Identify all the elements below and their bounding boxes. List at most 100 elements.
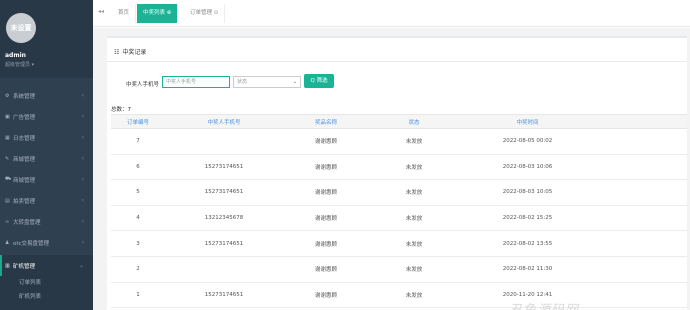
phone-cell <box>165 128 283 155</box>
empty-cell <box>596 282 687 309</box>
order-id-cell: 2 <box>111 256 165 283</box>
tab-home[interactable]: 首页 <box>112 4 137 23</box>
time-cell: 2022-08-05 00:02 <box>459 128 596 155</box>
sidebar-item-miner[interactable]: ▥ 矿机管理 ⌄ <box>0 255 93 276</box>
empty-cell <box>596 128 687 155</box>
status-cell: 未发放 <box>369 128 459 155</box>
sidebar-subitem-orders[interactable]: 订单列表 <box>0 276 93 290</box>
table-row[interactable]: 5 15273174651 谢谢惠顾 未发放 2022-08-03 10:05 <box>111 179 687 206</box>
tab-prize-list[interactable]: 中奖列表 ⊗ <box>137 4 179 23</box>
sidebar-item-mall-edit[interactable]: ✎ 商城管理 ‹ <box>0 148 93 169</box>
column-header[interactable]: 奖品名称 <box>283 114 369 129</box>
chevron-left-icon: ‹ <box>81 176 84 183</box>
status-cell: 未发放 <box>369 256 459 283</box>
filter-button[interactable]: Q 筛选 <box>304 74 334 88</box>
chevron-down-icon: ⌄ <box>78 262 84 269</box>
column-header[interactable]: 中奖时间 <box>459 114 596 129</box>
order-id-cell: 3 <box>111 230 165 257</box>
order-id-cell: 4 <box>111 205 165 232</box>
sidebar-item-label: 矿机管理 <box>13 263 36 270</box>
phone-cell: 15273174651 <box>165 154 283 181</box>
time-cell: 2022-08-03 10:05 <box>459 179 596 206</box>
sidebar-item-ads[interactable]: ▣ 广告管理 ‹ <box>0 106 93 127</box>
sidebar-item-label: 日志管理 <box>13 135 36 142</box>
time-cell: 2022-08-02 15:25 <box>459 205 596 232</box>
prize-record-panel: ☷ 中奖记录 中奖人手机号 中奖人手机号 状态 ⌄ Q 筛选 总数：7 订单编号… <box>107 36 687 310</box>
empty-cell <box>596 256 687 283</box>
chevron-left-icon: ‹ <box>81 197 84 204</box>
role-dropdown[interactable]: 超级管理员 ▾ <box>5 61 34 68</box>
order-id-cell: 5 <box>111 179 165 206</box>
page-title: ☷ 中奖记录 <box>114 47 146 56</box>
prize-cell: 谢谢惠顾 <box>283 282 369 309</box>
phone-cell: 15273174651 <box>165 179 283 206</box>
cart-icon: ⛟ <box>5 176 12 182</box>
table-row[interactable]: 4 13212345678 谢谢惠顾 未发放 2022-08-02 15:25 <box>111 205 687 232</box>
link-icon: ∞ <box>5 218 10 225</box>
prize-cell: 谢谢惠顾 <box>283 128 369 155</box>
status-cell: 未发放 <box>369 230 459 257</box>
prize-cell: 谢谢惠顾 <box>283 205 369 232</box>
empty-cell <box>596 230 687 257</box>
sidebar-item-label: 广告管理 <box>13 114 36 121</box>
watermark: 丑鱼源码网 <box>509 299 579 310</box>
tab-order-management[interactable]: 订单管理 ⊙ <box>184 4 226 23</box>
total-count: 总数：7 <box>111 107 131 113</box>
time-cell: 2022-08-03 10:06 <box>459 154 596 181</box>
chevron-left-icon: ‹ <box>81 134 84 141</box>
table-row[interactable]: 3 15273174651 谢谢惠顾 未发放 2022-08-02 13:55 <box>111 230 687 257</box>
table-row[interactable]: 6 15273174651 谢谢惠顾 未发放 2022-08-03 10:06 <box>111 154 687 181</box>
sidebar-item-label: 系统管理 <box>13 93 36 100</box>
column-header-extra <box>596 114 687 129</box>
avatar[interactable]: 未设置 <box>6 13 36 43</box>
username: admin <box>5 52 26 59</box>
phone-cell: 13212345678 <box>165 205 283 232</box>
sidebar-item-logs[interactable]: ▦ 日志管理 ‹ <box>0 127 93 148</box>
column-header[interactable]: 中奖人手机号 <box>165 114 283 129</box>
time-cell: 2022-08-02 11:30 <box>459 256 596 283</box>
order-id-cell: 7 <box>111 128 165 155</box>
table-row[interactable]: 2 谢谢惠顾 未发放 2022-08-02 11:30 <box>111 256 687 283</box>
chevron-left-icon: ‹ <box>81 239 84 246</box>
phone-cell: 15273174651 <box>165 230 283 257</box>
table-icon: ☷ <box>114 49 120 56</box>
order-id-cell: 1 <box>111 282 165 309</box>
sidebar-item-label: 商城管理 <box>13 177 36 184</box>
column-header[interactable]: 状态 <box>369 114 459 129</box>
chevron-left-icon: ‹ <box>81 92 84 99</box>
phone-cell <box>165 256 283 283</box>
profile-block: 未设置 admin 超级管理员 ▾ <box>0 0 93 78</box>
column-header[interactable]: 订单编号 <box>111 114 165 129</box>
status-cell: 未发放 <box>369 179 459 206</box>
table-row[interactable]: 7 谢谢惠顾 未发放 2022-08-05 00:02 <box>111 128 687 155</box>
sidebar-item-auction[interactable]: ▤ 拍卖管理 ‹ <box>0 190 93 211</box>
status-cell: 未发放 <box>369 154 459 181</box>
sidebar-item-wheel[interactable]: ∞ 大转盘管理 ‹ <box>0 211 93 232</box>
chevron-down-icon: ⌄ <box>292 79 297 85</box>
divider <box>107 61 687 62</box>
sidebar-item-mall[interactable]: ⛟ 商城管理 ‹ <box>0 169 93 190</box>
status-select[interactable]: 状态 ⌄ <box>233 76 301 88</box>
sidebar-item-label: 拍卖管理 <box>13 198 36 205</box>
status-select-value: 状态 <box>237 79 248 85</box>
phone-filter-label: 中奖人手机号 <box>126 82 160 88</box>
sidebar-item-otc[interactable]: ♟ otc交易盘管理 ‹ <box>0 232 93 253</box>
tab-scroll-left-icon[interactable]: ◂◂ <box>98 8 104 15</box>
prize-table: 订单编号 中奖人手机号 奖品名称 状态 中奖时间 7 谢谢惠顾 未发放 2022… <box>111 114 687 309</box>
gear-icon: ⚙ <box>5 92 10 99</box>
sidebar-subitem-miners[interactable]: 矿机列表 <box>0 290 93 310</box>
chevron-left-icon: ‹ <box>81 113 84 120</box>
empty-cell <box>596 205 687 232</box>
edit-icon: ✎ <box>5 155 10 162</box>
phone-search-input[interactable]: 中奖人手机号 <box>162 76 230 88</box>
prize-cell: 谢谢惠顾 <box>283 179 369 206</box>
sidebar-item-label: 大转盘管理 <box>13 219 41 226</box>
prize-cell: 谢谢惠顾 <box>283 256 369 283</box>
sidebar-item-system[interactable]: ⚙ 系统管理 ‹ <box>0 85 93 106</box>
table-row[interactable]: 1 15273174651 谢谢惠顾 未发放 2020-11-20 12:41 <box>111 282 687 309</box>
chevron-left-icon: ‹ <box>81 218 84 225</box>
table-header-row: 订单编号 中奖人手机号 奖品名称 状态 中奖时间 <box>111 114 687 129</box>
time-cell: 2022-08-02 13:55 <box>459 230 596 257</box>
sidebar-item-label: otc交易盘管理 <box>13 240 50 247</box>
calendar-icon: ▦ <box>5 134 10 141</box>
